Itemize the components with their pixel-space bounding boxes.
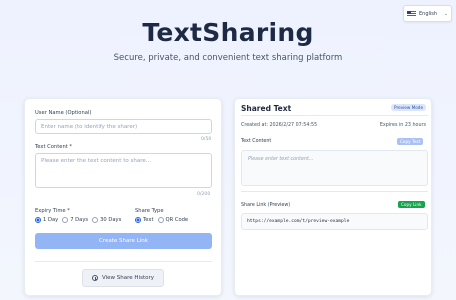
chevron-down-icon: ⌄ xyxy=(443,10,448,17)
expires-text: Expires in 23 hours xyxy=(379,123,426,128)
expiry-option-1-day[interactable]: 1 Day xyxy=(35,217,58,223)
username-counter: 0/50 xyxy=(201,137,212,142)
share-link-field[interactable]: https://example.com/t/preview-example xyxy=(241,213,428,230)
content-textarea[interactable]: Please enter the text content to share..… xyxy=(35,153,212,188)
radio-icon xyxy=(92,217,99,223)
radio-icon xyxy=(62,217,69,223)
text-content-preview: Please enter text content... xyxy=(241,150,428,186)
radio-checked-icon xyxy=(35,217,41,223)
expiry-label: Expiry Time * xyxy=(35,208,70,214)
username-input[interactable]: Enter name (to identify the sharer) xyxy=(35,119,212,134)
shared-text-title: Shared Text xyxy=(241,104,292,113)
share-type-label: Share Type xyxy=(135,208,164,214)
copy-text-button[interactable]: Copy Text xyxy=(397,138,424,145)
share-type-options: Text QR Code xyxy=(135,217,188,223)
content-counter: 0/200 xyxy=(197,192,211,197)
expiry-option-30-days[interactable]: 30 Days xyxy=(92,217,121,223)
copy-link-button[interactable]: Copy Link xyxy=(398,201,425,208)
radio-icon xyxy=(157,217,164,223)
page-title: TextSharing xyxy=(142,18,314,47)
shared-text-preview-card: Shared Text Preview Mode Created at: 202… xyxy=(234,98,432,296)
content-label: Text Content * xyxy=(35,144,73,150)
text-content-label: Text Content xyxy=(241,139,272,144)
share-form-card: User Name (Optional) Enter name (to iden… xyxy=(24,98,222,296)
page-subtitle: Secure, private, and convenient text sha… xyxy=(113,53,343,63)
view-share-history-button[interactable]: View Share History xyxy=(82,269,164,287)
view-share-history-label: View Share History xyxy=(102,275,154,281)
divider xyxy=(241,191,428,192)
created-at-text: Created at: 2026/2/27 07:54:55 xyxy=(241,123,318,128)
share-link-label: Share Link (Preview) xyxy=(241,203,291,208)
divider xyxy=(35,261,212,262)
divider xyxy=(241,115,428,116)
clock-icon xyxy=(92,275,98,281)
expiry-option-7-days[interactable]: 7 Days xyxy=(62,217,88,223)
preview-mode-badge: Preview Mode xyxy=(391,104,427,111)
create-share-link-button[interactable]: Create Share Link xyxy=(35,233,212,249)
username-label: User Name (Optional) xyxy=(35,110,92,116)
language-label: English xyxy=(419,10,438,17)
expiry-options: 1 Day 7 Days 30 Days xyxy=(35,217,121,223)
us-flag-icon xyxy=(407,10,416,17)
radio-checked-icon xyxy=(135,217,141,223)
share-type-option-qr-code[interactable]: QR Code xyxy=(157,217,188,223)
share-type-option-text[interactable]: Text xyxy=(135,217,154,223)
